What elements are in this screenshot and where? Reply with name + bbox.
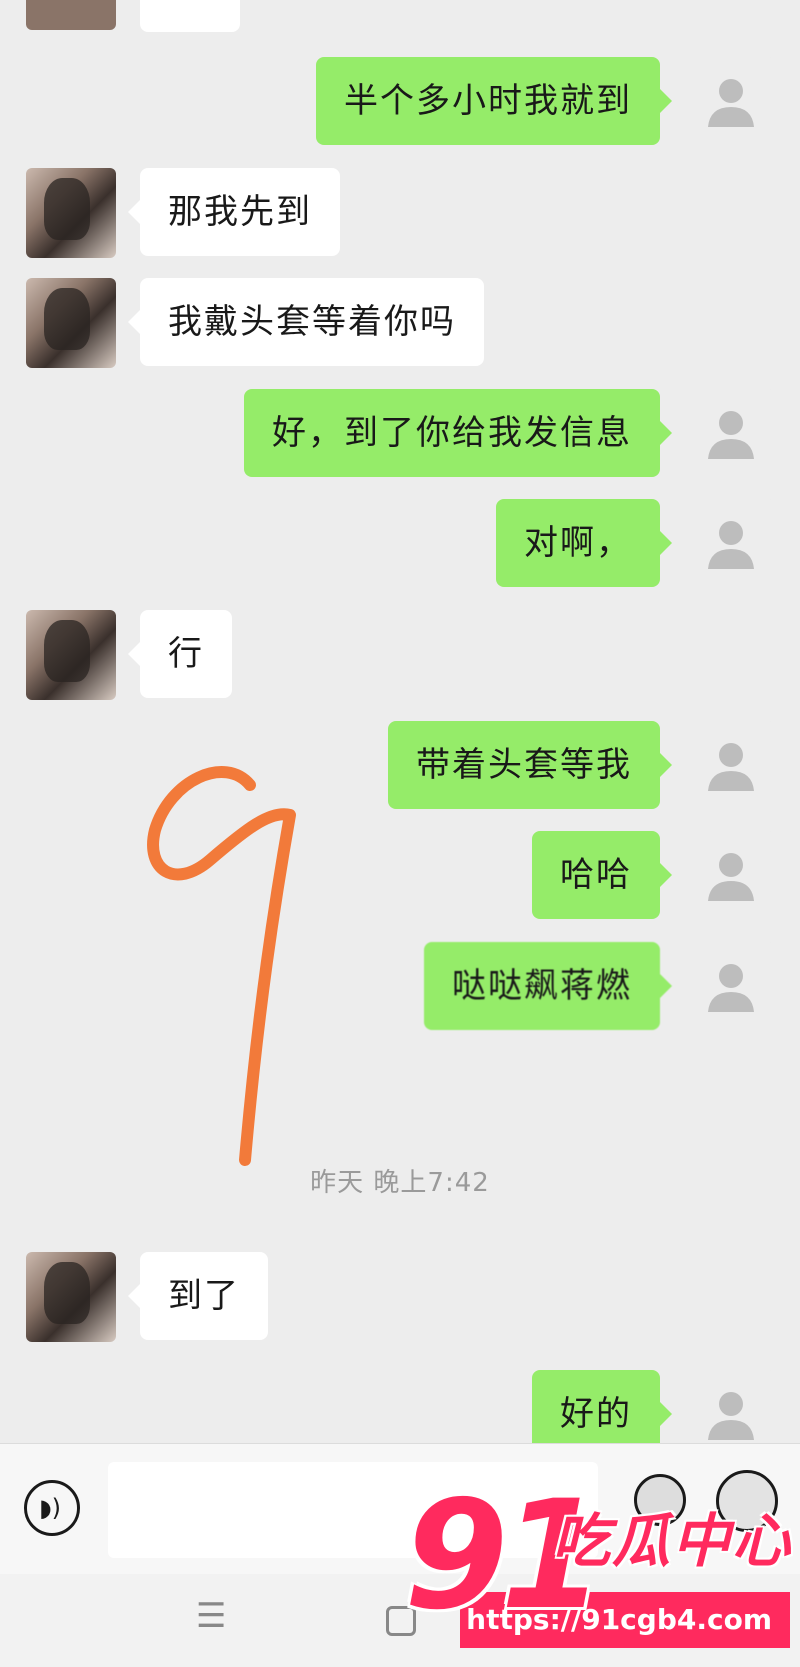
site-watermark: https://91cgb4.com 91 吃瓜中心	[400, 1476, 800, 1667]
hand-drawn-annotation	[147, 766, 296, 1166]
voice-icon[interactable]: ◗)	[24, 1480, 80, 1536]
chat-area[interactable]: 半个多小时我就到 那我先到 我戴头套等着你吗 好，到了你给我发信息 对啊， 行 …	[0, 0, 800, 1460]
watermark-logo-name: 吃瓜中心	[552, 1507, 793, 1575]
menu-icon[interactable]: ☰	[196, 1596, 226, 1636]
